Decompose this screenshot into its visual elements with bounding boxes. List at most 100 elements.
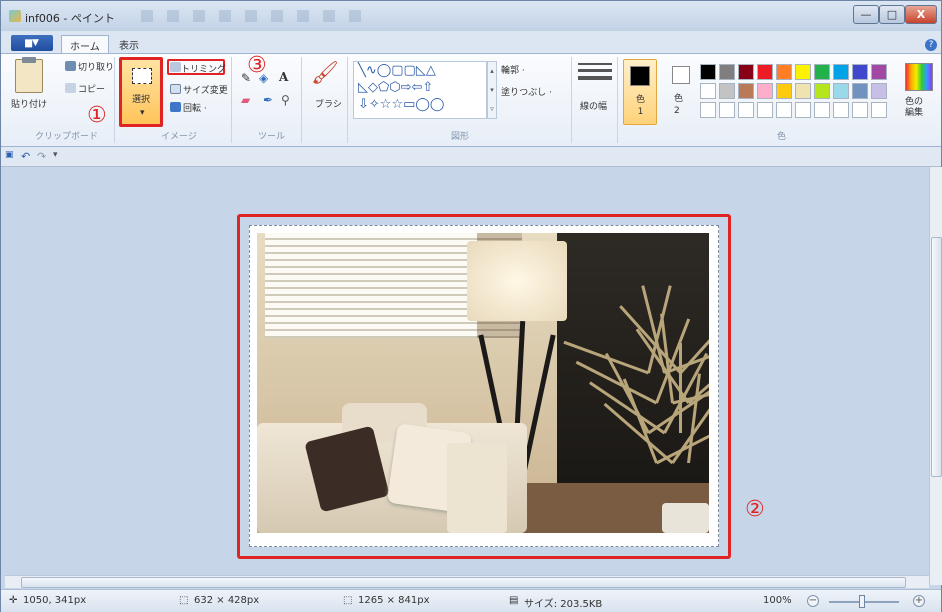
title-toolbar-decoration — [141, 10, 371, 22]
palette-custom-swatch[interactable] — [852, 102, 868, 118]
palette-custom-swatch[interactable] — [700, 102, 716, 118]
cut-icon[interactable] — [65, 61, 76, 71]
palette-swatch[interactable] — [814, 64, 830, 80]
maximize-button[interactable]: □ — [879, 5, 905, 24]
rotate-label[interactable]: 回転 · — [183, 101, 207, 114]
brush-icon[interactable]: 🖌 — [311, 61, 339, 86]
window-title: inf006 - ペイント — [25, 12, 115, 25]
rotate-icon[interactable] — [170, 102, 181, 112]
select-icon — [132, 68, 152, 84]
tab-home[interactable]: ホーム — [61, 35, 109, 53]
colors-group-label: 色 — [777, 132, 787, 142]
clipboard-group-label: クリップボード — [35, 132, 99, 142]
palette-swatch[interactable] — [719, 83, 735, 99]
palette-swatch[interactable] — [738, 64, 754, 80]
color-picker-icon[interactable]: ✒ — [263, 93, 273, 107]
close-button[interactable]: X — [905, 5, 937, 24]
minimize-button[interactable]: — — [853, 5, 879, 24]
palette-custom-swatch[interactable] — [833, 102, 849, 118]
palette-swatch[interactable] — [814, 83, 830, 99]
file-menu-button[interactable]: ▆▼ — [11, 35, 53, 51]
selection-size: 632 × 428px — [194, 595, 260, 606]
paste-label[interactable]: 貼り付け — [11, 97, 47, 110]
horizontal-scrollbar[interactable] — [5, 575, 929, 588]
palette-swatch[interactable] — [871, 64, 887, 80]
image-size-icon: ⬚ — [343, 595, 353, 606]
shapes-scroll[interactable]: ▴ ▾ ▿ — [487, 61, 497, 119]
palette-custom-swatch[interactable] — [871, 102, 887, 118]
redo-icon[interactable]: ↷ — [37, 150, 46, 163]
edit-colors-label[interactable]: 色の 編集 — [905, 97, 923, 119]
zoom-slider-thumb[interactable] — [859, 595, 865, 608]
ribbon-separator — [617, 57, 618, 143]
save-icon[interactable]: ▣ — [5, 150, 14, 160]
vertical-scrollbar[interactable] — [929, 167, 942, 585]
resize-icon[interactable] — [170, 84, 181, 94]
palette-swatch[interactable] — [738, 83, 754, 99]
zoom-level: 100% — [763, 595, 792, 606]
color1-swatch — [630, 66, 650, 86]
palette-swatch[interactable] — [852, 83, 868, 99]
zoom-out-icon[interactable]: − — [807, 595, 819, 607]
palette-swatch[interactable] — [757, 64, 773, 80]
palette-custom-swatch[interactable] — [795, 102, 811, 118]
line-width-icon[interactable] — [578, 63, 612, 93]
palette-swatch[interactable] — [852, 64, 868, 80]
palette-swatch[interactable] — [871, 83, 887, 99]
image-group-label: イメージ — [161, 132, 197, 142]
color-palette — [700, 64, 900, 122]
palette-custom-swatch[interactable] — [757, 102, 773, 118]
shapes-gallery[interactable]: ╲∿◯▢▢◺△ ◺◇⬠⬡⇨⇦⇧ ⇩✧☆☆▭◯◯ — [353, 61, 487, 119]
quick-access-toolbar: ▣ ↶ ↷ ▾ — [1, 147, 941, 167]
chevron-down-icon: ▾ — [140, 108, 145, 118]
color2-label: 色 2 — [674, 94, 684, 116]
palette-swatch[interactable] — [700, 83, 716, 99]
tab-view[interactable]: 表示 — [111, 35, 147, 53]
cut-label[interactable]: 切り取り — [78, 60, 114, 73]
palette-swatch[interactable] — [776, 64, 792, 80]
palette-swatch[interactable] — [833, 83, 849, 99]
text-icon[interactable]: A — [279, 70, 288, 84]
palette-swatch[interactable] — [795, 83, 811, 99]
copy-label[interactable]: コピー — [78, 82, 105, 95]
marker-3: ③ — [247, 53, 267, 78]
paint-app-icon[interactable] — [9, 10, 21, 22]
outline-label[interactable]: 輪郭 · — [501, 63, 525, 76]
brush-label[interactable]: ブラシ — [315, 97, 342, 110]
marker-2: ② — [745, 497, 765, 522]
vertical-scroll-thumb[interactable] — [931, 237, 942, 477]
crop-icon — [170, 62, 181, 72]
undo-icon[interactable]: ↶ — [21, 150, 30, 163]
edit-colors-icon[interactable] — [905, 63, 933, 91]
palette-custom-swatch[interactable] — [776, 102, 792, 118]
line-width-label[interactable]: 線の幅 — [580, 99, 607, 112]
palette-custom-swatch[interactable] — [738, 102, 754, 118]
copy-icon[interactable] — [65, 83, 76, 93]
paste-icon[interactable] — [15, 57, 43, 93]
palette-swatch[interactable] — [719, 64, 735, 80]
selection-highlight-frame — [237, 214, 731, 559]
color1-button[interactable]: 色 1 — [623, 59, 657, 125]
resize-label[interactable]: サイズ変更 — [183, 83, 228, 96]
fill-label[interactable]: 塗りつぶし · — [501, 85, 552, 98]
eraser-icon[interactable]: ▰ — [241, 93, 250, 107]
palette-swatch[interactable] — [833, 64, 849, 80]
palette-swatch[interactable] — [700, 64, 716, 80]
magnifier-icon[interactable]: ⚲ — [281, 93, 290, 107]
file-size-icon: ▤ — [509, 595, 519, 606]
customize-toolbar-icon[interactable]: ▾ — [53, 150, 58, 160]
palette-swatch[interactable] — [795, 64, 811, 80]
ribbon-separator — [301, 57, 302, 143]
ribbon-separator — [571, 57, 572, 143]
select-button[interactable]: 選択 ▾ — [119, 57, 163, 127]
zoom-in-icon[interactable]: + — [913, 595, 925, 607]
palette-custom-swatch[interactable] — [719, 102, 735, 118]
palette-custom-swatch[interactable] — [814, 102, 830, 118]
status-bar: ✛ 1050, 341px ⬚ 632 × 428px ⬚ 1265 × 841… — [1, 589, 941, 612]
horizontal-scroll-thumb[interactable] — [21, 577, 906, 588]
palette-swatch[interactable] — [757, 83, 773, 99]
shapes-row: ╲∿◯▢▢◺△ — [358, 63, 436, 78]
color1-label: 色 1 — [636, 95, 646, 117]
help-icon[interactable]: ? — [925, 39, 937, 51]
palette-swatch[interactable] — [776, 83, 792, 99]
